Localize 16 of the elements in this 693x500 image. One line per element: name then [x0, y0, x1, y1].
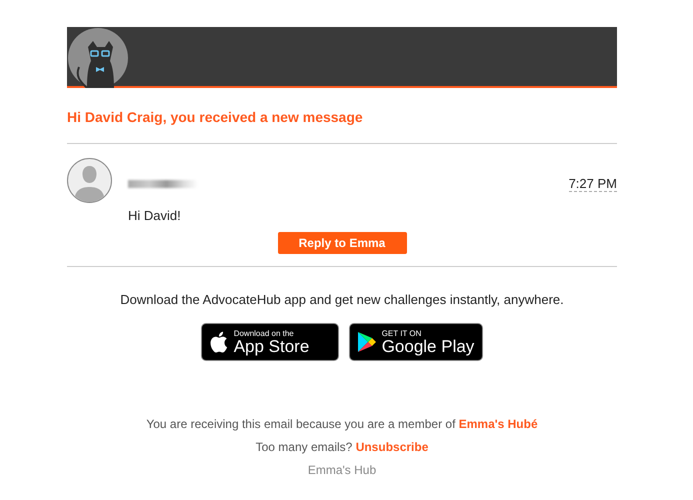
blurred-name — [128, 180, 198, 188]
hub-link[interactable]: Emma's Hubé — [458, 417, 538, 431]
reply-button[interactable]: Reply to Emma — [278, 232, 406, 254]
membership-note: You are receiving this email because you are a member of Emma's Hubé — [146, 417, 538, 431]
avatar-icon — [67, 158, 112, 203]
store-badge[interactable]: GET IT ON Google Play — [348, 323, 484, 361]
message-time: 7:27 PM — [568, 176, 617, 192]
download-text: Download the AdvocateHub app and get new challenges instantly, anywhere. — [119, 292, 565, 307]
greeting-heading: Hi David Craig, you received a new message — [67, 109, 617, 144]
play-icon — [358, 332, 376, 352]
unsubscribe-note: Too many emails? Unsubscribe — [256, 440, 428, 454]
apple-icon — [210, 331, 228, 353]
unsubscribe-link[interactable]: Unsubscribe — [356, 440, 428, 454]
store-badge[interactable]: Download on the App Store — [200, 323, 339, 361]
message-body: Hi David! — [128, 208, 182, 223]
hub-name: Emma's Hub — [308, 463, 376, 477]
